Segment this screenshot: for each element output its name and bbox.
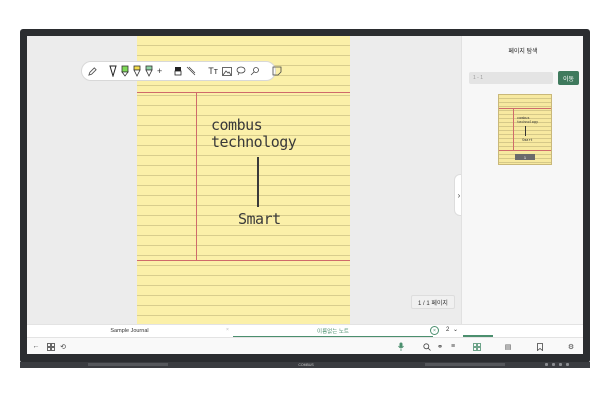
tab-close-icon[interactable]: × [430, 326, 439, 335]
thumbnail-page-number: 1 [515, 154, 535, 160]
add-icon[interactable]: + [157, 65, 162, 77]
tab-label: Sample Journal [110, 328, 149, 334]
speaker-grille-right [425, 363, 505, 366]
link-icon[interactable]: ⚭ [435, 342, 445, 351]
thumbnail-text: technology [517, 120, 539, 124]
handwriting-smart[interactable]: Smart [238, 212, 281, 227]
page-thumbnail[interactable]: combus technology Smart 1 [498, 94, 552, 165]
layout-icon[interactable]: ≡ [448, 342, 458, 351]
link-icon[interactable] [250, 65, 260, 77]
pen-green-icon[interactable] [145, 65, 153, 77]
image-icon[interactable] [221, 65, 232, 77]
front-button[interactable] [566, 363, 569, 366]
thumbnail-rule [499, 150, 551, 151]
go-button[interactable]: 이동 [558, 71, 579, 85]
tab-close-icon[interactable]: × [226, 327, 229, 333]
panel-title: 페이지 탐색 [508, 49, 538, 55]
margin-line [196, 92, 197, 260]
chevron-right-icon: › [457, 190, 461, 200]
back-icon[interactable]: ← [31, 342, 41, 351]
page-indicator: 1 / 1 페이지 [411, 295, 455, 309]
handwriting-combus[interactable]: combus [211, 118, 263, 133]
note-canvas[interactable]: combus technology Smart + Tт 1 / 1 페이지 [27, 36, 461, 324]
highlighter-green-icon[interactable] [121, 65, 129, 77]
sticky-note-icon[interactable] [272, 65, 282, 77]
text-icon[interactable]: Tт [208, 65, 218, 77]
microphone-icon[interactable] [396, 342, 406, 351]
settings-icon[interactable]: ⚙ [566, 342, 576, 351]
eraser-icon[interactable] [174, 65, 182, 77]
pencil-icon[interactable] [88, 65, 97, 77]
thumbnail-view-icon[interactable] [472, 342, 482, 351]
refresh-icon[interactable]: ⟲ [58, 342, 68, 351]
list-view-icon[interactable]: ▤ [503, 342, 513, 351]
lasso-icon[interactable] [186, 65, 196, 77]
bookmark-icon[interactable] [535, 342, 545, 351]
bottom-toolbar: ← ⟲ ⚭ ≡ ▤ ⚙ [27, 337, 583, 354]
tab-count[interactable]: 2 [446, 327, 449, 333]
thumbnail-stroke [525, 126, 526, 136]
tab-sample-journal[interactable]: Sample Journal [27, 325, 232, 337]
page-range-input[interactable]: 1 - 1 [469, 72, 553, 84]
pen-yellow-icon[interactable] [133, 65, 141, 77]
pen-icon[interactable] [109, 65, 117, 77]
page-navigator-panel: 페이지 탐색 1 - 1 이동 combus technology Smart … [461, 36, 583, 324]
grid-icon[interactable] [46, 342, 56, 351]
top-rule [137, 92, 350, 93]
thumbnail-margin [513, 108, 514, 150]
thumbnail-text: Smart [522, 138, 533, 142]
document-tab-bar: Sample Journal × 이름없는 노트 × 2 ⌄ [27, 324, 583, 337]
tab-label: 이름없는 노트 [317, 328, 349, 335]
front-button[interactable] [545, 363, 548, 366]
handwriting-technology[interactable]: technology [211, 135, 297, 150]
speaker-grille-left [88, 363, 168, 366]
shape-icon[interactable] [236, 65, 246, 77]
screen: combus technology Smart + Tт 1 / 1 페이지 ›… [27, 36, 583, 354]
pen-toolbar: + Tт [81, 61, 282, 81]
brand-logo: COMBUS [298, 363, 314, 367]
handwriting-stroke[interactable] [257, 157, 259, 207]
thumbnail-rule [499, 108, 551, 109]
bottom-rule [137, 260, 350, 261]
search-icon[interactable] [422, 342, 432, 351]
front-button[interactable] [559, 363, 562, 366]
chevron-down-icon[interactable]: ⌄ [453, 326, 458, 333]
front-button[interactable] [552, 363, 555, 366]
tab-untitled-note[interactable]: 이름없는 노트 [233, 325, 433, 337]
